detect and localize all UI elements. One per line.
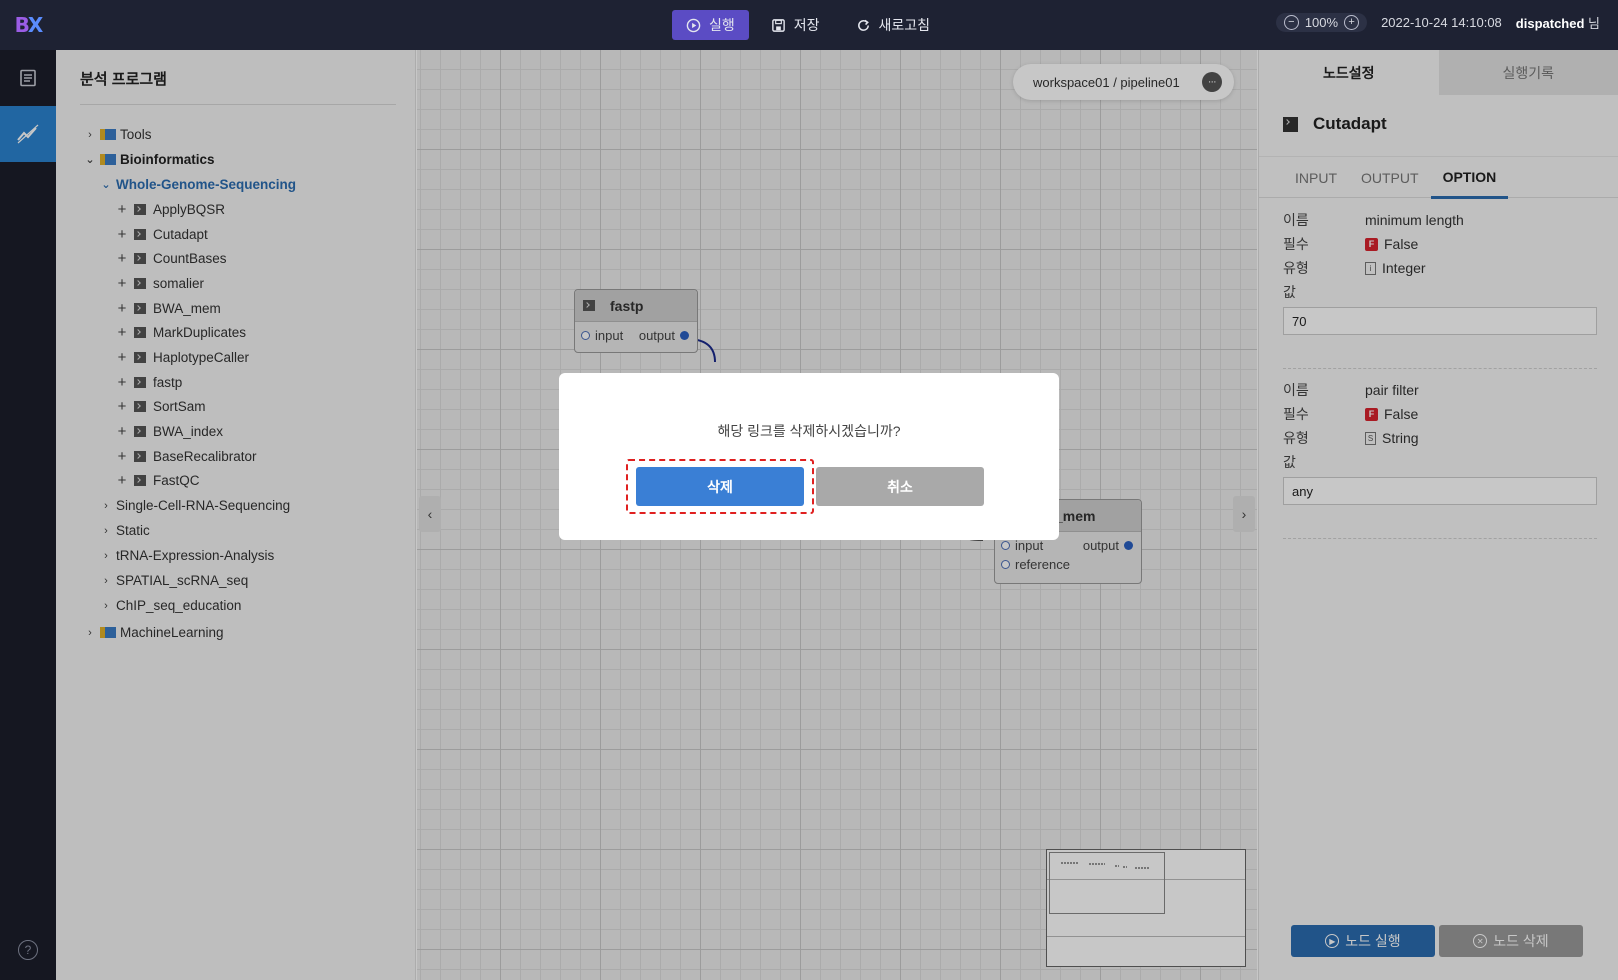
top-bar: BX 실행 저장 새로고침 − 100% + 2022-10-24 14:10:… — [0, 0, 1618, 50]
confirm-delete-button[interactable]: 삭제 — [636, 467, 804, 506]
app-logo[interactable]: BX — [0, 0, 56, 50]
user-suffix: 님 — [1588, 16, 1600, 31]
zoom-in-icon[interactable]: + — [1344, 15, 1360, 30]
zoom-control: − 100% + — [1275, 13, 1368, 32]
play-circle-icon — [686, 18, 701, 32]
save-button[interactable]: 저장 — [757, 10, 834, 40]
cancel-button[interactable]: 취소 — [816, 467, 984, 506]
logo-text: BX — [14, 13, 44, 37]
refresh-button[interactable]: 새로고침 — [842, 10, 945, 40]
dialog-message: 해당 링크를 삭제하시겠습니까? — [717, 423, 901, 439]
run-button[interactable]: 실행 — [672, 10, 749, 40]
header-status: − 100% + 2022-10-24 14:10:08 dispatched … — [1275, 13, 1600, 32]
datetime: 2022-10-24 14:10:08 — [1381, 15, 1502, 30]
zoom-level: 100% — [1304, 15, 1339, 30]
zoom-out-icon[interactable]: − — [1283, 15, 1299, 30]
username: dispatched — [1515, 16, 1585, 31]
save-button-label: 저장 — [793, 17, 820, 33]
toolbar: 실행 저장 새로고침 — [672, 10, 944, 40]
user-info: dispatched 님 — [1516, 13, 1600, 32]
run-button-label: 실행 — [709, 17, 735, 33]
confirm-dialog: 해당 링크를 삭제하시겠습니까? 삭제 취소 — [559, 373, 1059, 540]
refresh-icon — [857, 19, 869, 31]
save-icon — [771, 18, 785, 32]
refresh-button-label: 새로고침 — [878, 17, 931, 33]
